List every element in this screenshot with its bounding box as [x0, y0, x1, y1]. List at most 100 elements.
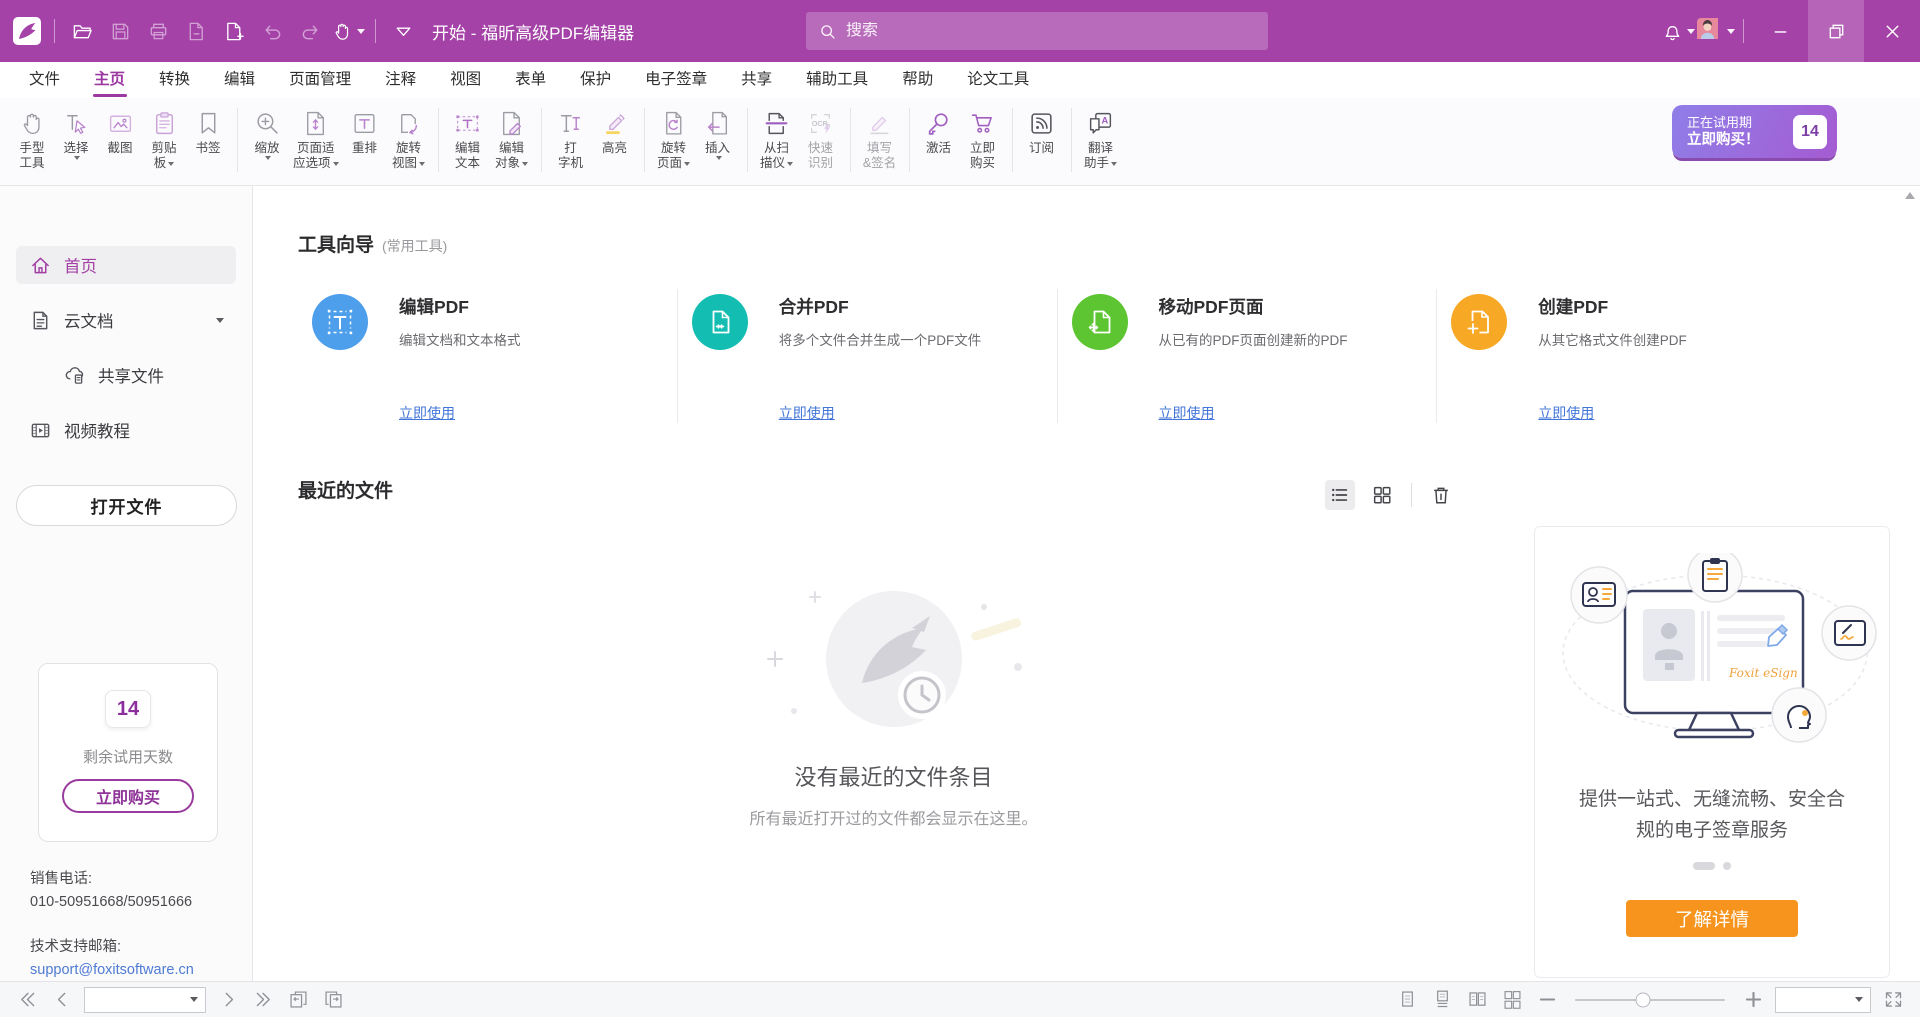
ribbon-tool-clipboard[interactable]: 剪贴板: [142, 105, 186, 171]
next-view-button[interactable]: [320, 987, 346, 1013]
last-page-button[interactable]: [250, 987, 276, 1013]
use-now-link[interactable]: 立即使用: [779, 403, 835, 423]
facing-continuous-view-button[interactable]: [1499, 987, 1525, 1013]
ribbon-tool-typewriter[interactable]: 打字机: [549, 105, 593, 171]
ribbon-tool-insert-pages[interactable]: 插入: [696, 105, 740, 160]
single-page-view-button[interactable]: [1394, 987, 1420, 1013]
tool-card-desc: 从其它格式文件创建PDF: [1538, 329, 1687, 349]
next-view-icon: [323, 989, 344, 1010]
restore-button[interactable]: [1808, 0, 1864, 62]
sidebar-item-0[interactable]: 首页: [16, 246, 236, 284]
ribbon-tool-snapshot[interactable]: 截图: [98, 105, 142, 156]
carousel-dot-active[interactable]: [1693, 862, 1715, 870]
ribbon-tool-rotate-view[interactable]: 旋转视图: [387, 105, 431, 171]
previous-view-button[interactable]: [285, 987, 311, 1013]
ribbon-tool-edit-text[interactable]: 编辑文本: [446, 105, 490, 171]
ribbon-tool-fill-sign[interactable]: 填写&签名: [858, 105, 902, 171]
sidebar-item-3[interactable]: 视频教程: [16, 411, 236, 449]
list-view-button[interactable]: [1325, 480, 1355, 510]
fullscreen-button[interactable]: [1880, 987, 1906, 1013]
chevron-down-icon[interactable]: [216, 318, 224, 323]
menu-item-10[interactable]: 共享: [724, 62, 789, 98]
ribbon-tool-buy-now[interactable]: 立即购买: [961, 105, 1005, 171]
sidebar-item-2[interactable]: 共享文件: [16, 356, 236, 394]
use-now-link[interactable]: 立即使用: [399, 403, 455, 423]
trial-badge[interactable]: 正在试用期 立即购买！ 14: [1672, 105, 1837, 158]
menu-item-11[interactable]: 辅助工具: [789, 62, 885, 98]
ribbon-tool-label: 页面适: [297, 141, 335, 156]
hand-tool-quick-icon[interactable]: [329, 11, 367, 51]
sidebar-item-1[interactable]: 云文档: [16, 301, 236, 339]
zoom-level-combobox[interactable]: [1775, 987, 1871, 1013]
activate-icon: [925, 105, 952, 141]
clear-recent-button[interactable]: [1426, 480, 1456, 510]
ribbon-tool-ocr[interactable]: OCR快速识别: [799, 105, 843, 171]
ribbon-tool-translate[interactable]: A翻译助手: [1079, 105, 1123, 171]
tools-guide-title: 工具向导: [298, 230, 374, 257]
menu-item-2[interactable]: 转换: [142, 62, 207, 98]
ribbon-tool-highlight[interactable]: 高亮: [593, 105, 637, 156]
facing-view-button[interactable]: [1464, 987, 1490, 1013]
menu-item-6[interactable]: 视图: [433, 62, 498, 98]
prev-page-button[interactable]: [49, 987, 75, 1013]
continuous-view-button[interactable]: [1429, 987, 1455, 1013]
learn-more-button[interactable]: 了解详情: [1626, 900, 1798, 937]
minimize-icon: [1770, 21, 1791, 42]
last-page-icon: [253, 989, 274, 1010]
zoom-out-button[interactable]: [1534, 987, 1560, 1013]
ribbon-tool-label: 翻译: [1088, 141, 1113, 156]
redo-icon[interactable]: [291, 11, 329, 51]
ribbon-tool-edit-object[interactable]: 编辑对象: [490, 105, 534, 171]
menu-item-12[interactable]: 帮助: [885, 62, 950, 98]
menu-item-3[interactable]: 编辑: [207, 62, 272, 98]
list-view-icon: [1329, 484, 1351, 506]
menu-item-5[interactable]: 注释: [368, 62, 433, 98]
first-page-button[interactable]: [14, 987, 40, 1013]
grid-view-button[interactable]: [1367, 480, 1397, 510]
zoom-in-button[interactable]: [1740, 987, 1766, 1013]
menu-item-7[interactable]: 表单: [498, 62, 563, 98]
use-now-link[interactable]: 立即使用: [1538, 403, 1594, 423]
ribbon-tool-activate[interactable]: 激活: [917, 105, 961, 156]
menu-item-1[interactable]: 主页: [77, 62, 142, 98]
ribbon-tool-rotate-pages[interactable]: 旋转页面: [652, 105, 696, 171]
export-page-icon[interactable]: [177, 11, 215, 51]
account-button[interactable]: [1697, 11, 1735, 51]
buy-now-button[interactable]: 立即购买: [62, 779, 194, 813]
trial-badge-line2: 立即购买！: [1687, 131, 1760, 149]
carousel-dot[interactable]: [1723, 862, 1731, 870]
menu-item-13[interactable]: 论文工具: [950, 62, 1046, 98]
notifications-button[interactable]: [1659, 11, 1697, 51]
menu-item-9[interactable]: 电子签章: [628, 62, 724, 98]
open-file-button[interactable]: 打开文件: [16, 485, 237, 526]
new-document-icon[interactable]: [215, 11, 253, 51]
collapse-ribbon-icon[interactable]: [384, 11, 422, 51]
ribbon-tool-hand-tool[interactable]: 手型工具: [10, 105, 54, 171]
next-page-button[interactable]: [215, 987, 241, 1013]
open-file-icon[interactable]: [63, 11, 101, 51]
menu-item-8[interactable]: 保护: [563, 62, 628, 98]
close-button[interactable]: [1864, 0, 1920, 62]
ribbon-tool-fit-page[interactable]: 页面适应选项: [289, 105, 343, 171]
use-now-link[interactable]: 立即使用: [1159, 403, 1215, 423]
menu-item-4[interactable]: 页面管理: [272, 62, 368, 98]
print-icon[interactable]: [139, 11, 177, 51]
ribbon-tool-subscribe[interactable]: 订阅: [1020, 105, 1064, 156]
zoom-slider-thumb[interactable]: [1635, 992, 1650, 1007]
search-box[interactable]: [806, 12, 1268, 50]
ribbon-tool-select[interactable]: 选择: [54, 105, 98, 160]
menu-item-0[interactable]: 文件: [12, 62, 77, 98]
ribbon-tool-bookmark[interactable]: 书签: [186, 105, 230, 156]
page-number-combobox[interactable]: [84, 987, 206, 1013]
ribbon-tool-reflow[interactable]: 重排: [343, 105, 387, 156]
esign-promo-panel: Foxit eSign 提供一: [1534, 526, 1890, 978]
ribbon-tool-scanner[interactable]: 从扫描仪: [755, 105, 799, 171]
support-email-link[interactable]: support@foxitsoftware.cn: [30, 959, 194, 982]
scroll-up-arrow[interactable]: [1905, 192, 1915, 199]
save-icon[interactable]: [101, 11, 139, 51]
ribbon-tool-zoom[interactable]: 缩放: [245, 105, 289, 160]
zoom-slider[interactable]: [1575, 999, 1725, 1001]
minimize-button[interactable]: [1752, 0, 1808, 62]
undo-icon[interactable]: [253, 11, 291, 51]
search-input[interactable]: [846, 22, 1256, 40]
